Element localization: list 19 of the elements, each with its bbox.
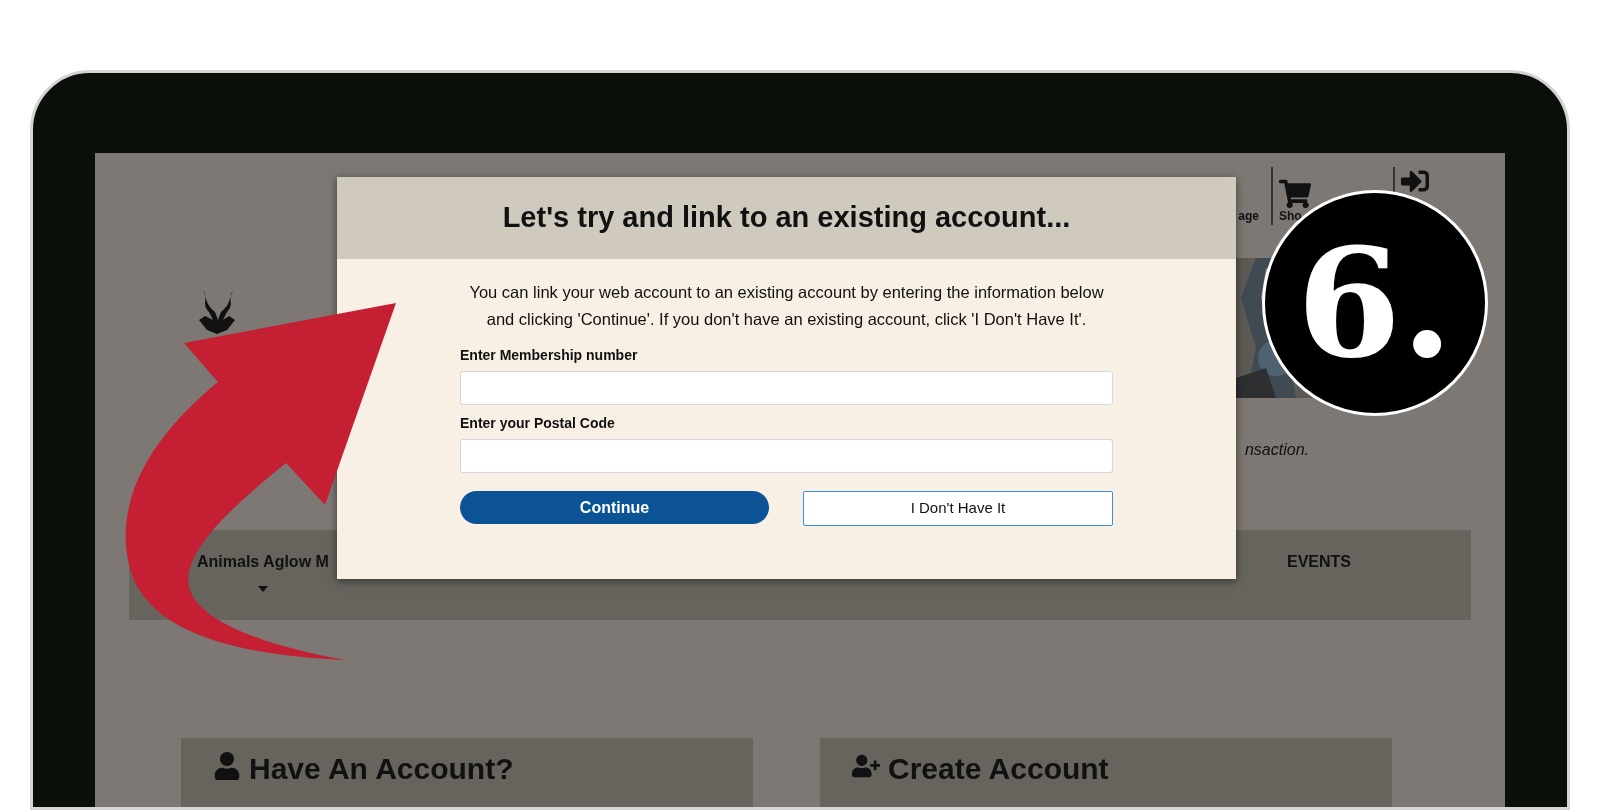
card-title: Have An Account? [249,751,514,787]
nav-item[interactable]: EVENTS [1287,550,1351,574]
text-field[interactable] [460,439,1113,473]
nav-item[interactable]: Animals Aglow M [197,550,329,574]
dialog-title: Let's try and link to an existing account... [502,200,1071,236]
header-link[interactable]: Sho [1279,209,1302,223]
continue-button[interactable]: Continue [460,491,769,524]
card-title: Create Account [888,751,1109,787]
dialog-message: You can link your web account to an existing account by entering the information below and clicking 'Continue'. If you don't have an existing account, click 'I Don't Have It'. [468,282,1105,330]
text-field[interactable] [460,371,1113,405]
user-plus-icon [852,752,880,780]
field-label: Enter Membership number [460,346,639,365]
header-link[interactable]: age [1238,209,1259,223]
cart-icon [1279,179,1311,209]
step-number: 6. [1296,228,1454,378]
field-label: Enter your Postal Code [460,414,616,433]
notice-text: nsaction. [1244,440,1309,460]
secondary-button[interactable]: I Don't Have It [803,491,1113,526]
user-icon [213,752,241,780]
